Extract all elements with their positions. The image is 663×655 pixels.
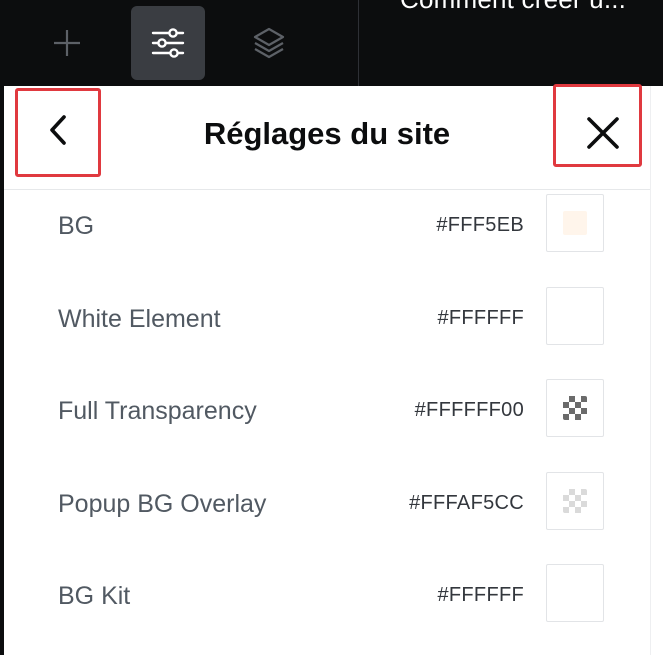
color-hex-value[interactable]: #FFFFFF [437,584,524,607]
color-name: BG [58,212,95,240]
close-button[interactable] [553,84,642,167]
color-swatch[interactable] [546,286,604,345]
layers-icon [252,26,286,60]
app-root: Comment créer u... Réglages du site [0,0,663,655]
transparency-checker [563,488,587,513]
chevron-left-icon [47,113,69,152]
toolbar-divider [358,0,359,86]
document-title: Comment créer u... [400,0,626,15]
color-swatch[interactable] [546,564,604,622]
color-name: White Element [58,304,221,333]
color-name: BG Kit [58,582,131,610]
transparency-checker [563,396,587,420]
color-hex-value[interactable]: #FFFFFF00 [415,399,524,422]
color-hex-value[interactable]: #FFFAF5CC [409,492,524,515]
site-settings-panel: Réglages du site BG #FFF5EB White Elemen… [4,84,663,655]
panel-header: Réglages du site [4,84,650,190]
add-element-button[interactable] [30,6,104,80]
color-row-bg-kit[interactable]: BG Kit #FFFFFF [4,560,650,653]
back-button[interactable] [15,88,101,177]
close-icon [576,96,620,155]
color-row-popup-bg-overlay[interactable]: Popup BG Overlay #FFFAF5CC [4,468,650,561]
color-row-full-transparency[interactable]: Full Transparency #FFFFFF00 [4,375,650,468]
color-row-white-element[interactable]: White Element #FFFFFF [4,283,650,376]
color-hex-value[interactable]: #FFFFFF [437,307,524,330]
top-toolbar: Comment créer u... [0,0,663,86]
site-settings-button[interactable] [131,6,205,80]
structure-button[interactable] [232,6,306,80]
swatch-fill [563,303,587,328]
color-swatch[interactable] [546,379,604,437]
global-colors-list: BG #FFF5EB White Element #FFFFFF Full Tr… [4,190,650,653]
swatch-fill [563,211,587,235]
panel-border [650,86,651,655]
color-hex-value[interactable]: #FFF5EB [436,214,524,237]
color-swatch[interactable] [546,194,604,252]
swatch-fill [563,581,587,605]
color-swatch[interactable] [546,471,604,530]
sliders-icon [150,25,186,61]
plus-icon [52,28,82,58]
color-row-bg[interactable]: BG #FFF5EB [4,190,650,283]
color-name: Popup BG Overlay [58,489,267,518]
color-name: Full Transparency [58,397,257,425]
